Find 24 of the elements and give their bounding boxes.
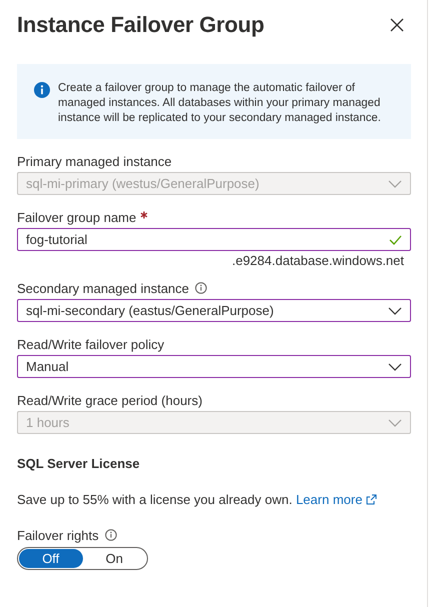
field-label: Secondary managed instance: [17, 280, 190, 296]
chevron-down-icon: [388, 306, 402, 314]
external-link-icon[interactable]: [366, 494, 378, 505]
close-icon[interactable]: [390, 18, 404, 32]
domain-suffix: .e9284.database.windows.net: [230, 253, 405, 268]
learn-more-link[interactable]: Learn more: [296, 492, 362, 507]
field-label: Failover group name: [17, 210, 136, 224]
toggle-option[interactable]: Off: [19, 549, 82, 568]
text-field[interactable]: fog-tutorial: [17, 228, 411, 251]
field-label: Failover rights: [17, 528, 99, 542]
dropdown-field[interactable]: Manual: [17, 355, 411, 378]
field-label: Read/Write failover policy: [17, 336, 164, 352]
field-label: Primary managed instance: [17, 154, 172, 168]
info-icon: [34, 82, 50, 98]
section-heading: SQL Server License: [17, 456, 141, 471]
dropdown-field[interactable]: sql-mi-secondary (eastus/GeneralPurpose): [17, 299, 411, 322]
license-text: Save up to 55% with a license you already own. Learn more: [17, 492, 410, 507]
info-message: Create a failover group to manage the automatic failover of managed instances. All databases within your primary managed instance will be replicated to your secondary managed instance.: [58, 81, 382, 126]
chevron-down-icon: [388, 418, 402, 426]
chevron-down-icon: [388, 362, 402, 370]
field-label: Read/Write grace period (hours): [17, 392, 202, 408]
toggle-option[interactable]: On: [82, 549, 146, 568]
chevron-down-icon: [388, 180, 402, 188]
window-title: Instance Failover Group: [17, 12, 264, 38]
